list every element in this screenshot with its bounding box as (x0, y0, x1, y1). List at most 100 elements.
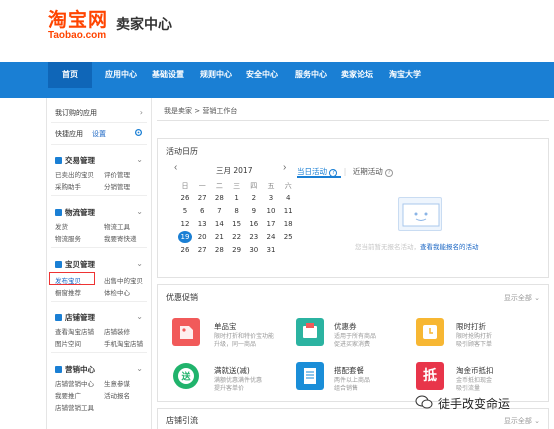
coin-icon[interactable]: 抵 (416, 362, 444, 390)
nav-basic-settings[interactable]: 基础设置 (146, 62, 190, 88)
clock-icon[interactable] (416, 318, 444, 346)
link-store-marketing-tools[interactable]: 店铺营销工具 (55, 402, 94, 412)
chevron-down-icon[interactable]: ⌄ (136, 155, 143, 164)
promo-name[interactable]: 满就送(减) (214, 365, 250, 376)
calendar-day[interactable]: 24 (264, 231, 278, 243)
calendar-day[interactable]: 1 (230, 192, 244, 204)
chevron-down-icon[interactable]: ⌄ (136, 312, 143, 321)
link-health-check[interactable]: 体检中心 (104, 287, 130, 297)
calendar-day[interactable]: 18 (281, 218, 295, 230)
calendar-day[interactable]: 27 (195, 244, 209, 256)
link-distribution[interactable]: 分销管理 (104, 181, 130, 191)
link-items-on-sale[interactable]: 出售中的宝贝 (104, 275, 143, 285)
coupon-icon[interactable] (296, 318, 324, 346)
nav-app-center[interactable]: 应用中心 (98, 62, 144, 88)
calendar-day[interactable]: 28 (212, 192, 226, 204)
calendar-day[interactable]: 11 (281, 205, 295, 217)
calendar-day[interactable]: 19 (178, 231, 192, 243)
nav-service-center[interactable]: 服务中心 (288, 62, 334, 88)
calendar-day[interactable]: 14 (212, 218, 226, 230)
calendar-day[interactable]: 6 (195, 205, 209, 217)
gift-icon[interactable]: 送 (172, 362, 200, 390)
calendar-day[interactable]: 20 (195, 231, 209, 243)
link-view-store[interactable]: 查看淘宝店铺 (55, 326, 94, 336)
link-image-space[interactable]: 图片空间 (55, 338, 81, 348)
calendar-day[interactable]: 26 (178, 192, 192, 204)
category-trade[interactable]: 交易管理 (55, 155, 95, 166)
main-nav: 首页 应用中心 基础设置 规则中心 安全中心 服务中心 卖家论坛 淘宝大学 (0, 62, 554, 88)
link-review-management[interactable]: 评价管理 (104, 169, 130, 179)
calendar-day[interactable]: 26 (178, 244, 192, 256)
promo-name[interactable]: 限时打折 (456, 321, 486, 332)
category-label: 店铺管理 (65, 313, 95, 322)
link-business-advisor[interactable]: 生意参谋 (104, 378, 130, 388)
tab-today-events[interactable]: 当日活动 (297, 167, 327, 176)
calendar-day[interactable]: 31 (264, 244, 278, 256)
divider (51, 301, 147, 302)
category-marketing[interactable]: 营销中心 (55, 364, 95, 375)
link-event-signup[interactable]: 活动报名 (104, 390, 130, 400)
link-store-marketing-center[interactable]: 店铺营销中心 (55, 378, 94, 388)
calendar-day[interactable]: 4 (281, 192, 295, 204)
calendar-day[interactable]: 21 (212, 231, 226, 243)
calendar-day[interactable]: 25 (281, 231, 295, 243)
link-window-recommend[interactable]: 橱窗推荐 (55, 287, 81, 297)
calendar-day[interactable]: 22 (230, 231, 244, 243)
calendar-day[interactable]: 15 (230, 218, 244, 230)
nav-security-center[interactable]: 安全中心 (240, 62, 284, 88)
view-available-events-link[interactable]: 查看我能报名的活动 (420, 243, 479, 251)
chevron-left-icon[interactable]: ‹ (174, 162, 177, 173)
calendar-day[interactable]: 12 (178, 218, 192, 230)
link-mobile-store[interactable]: 手机淘宝店铺 (104, 338, 143, 348)
tab-upcoming-events[interactable]: 近期活动 (353, 167, 383, 176)
calendar-day[interactable]: 27 (195, 192, 209, 204)
nav-rules-center[interactable]: 规则中心 (192, 62, 240, 88)
link-logistics-tools[interactable]: 物流工具 (104, 221, 130, 231)
link-purchase-assistant[interactable]: 采购助手 (55, 181, 81, 191)
calendar-day[interactable]: 2 (247, 192, 261, 204)
link-promote[interactable]: 我要推广 (55, 390, 81, 400)
promotions-show-all[interactable]: 显示全部 ⌄ (504, 293, 540, 303)
promo-name[interactable]: 淘金币抵扣 (456, 365, 494, 376)
calendar-day[interactable]: 9 (247, 205, 261, 217)
promo-name[interactable]: 搭配套餐 (334, 365, 364, 376)
calendar-day[interactable]: 23 (247, 231, 261, 243)
quick-apps-settings-link[interactable]: 设置 (92, 129, 106, 139)
package-icon[interactable] (296, 362, 324, 390)
promo-desc: 两件以上商品 (334, 377, 371, 384)
link-sold-items[interactable]: 已卖出的宝贝 (55, 169, 94, 179)
link-send-express[interactable]: 我要寄快递 (104, 233, 137, 243)
category-items[interactable]: 宝贝管理 (55, 259, 95, 270)
category-label: 营销中心 (65, 365, 95, 374)
calendar-day[interactable]: 10 (264, 205, 278, 217)
category-store[interactable]: 店铺管理 (55, 312, 95, 323)
chevron-down-icon[interactable]: ⌄ (136, 364, 143, 373)
promo-name[interactable]: 单品宝 (214, 321, 237, 332)
calendar-day[interactable]: 3 (264, 192, 278, 204)
taobao-logo[interactable]: 淘宝网 Taobao.com (48, 10, 110, 41)
calendar-day[interactable]: 8 (230, 205, 244, 217)
nav-home[interactable]: 首页 (48, 62, 92, 88)
store-traffic-show-all[interactable]: 显示全部 ⌄ (504, 416, 540, 426)
help-icon[interactable]: ? (385, 169, 394, 177)
link-logistics-service[interactable]: 物流服务 (55, 233, 81, 243)
calendar-day[interactable]: 16 (247, 218, 261, 230)
calendar-day[interactable]: 7 (212, 205, 226, 217)
calendar-day[interactable]: 13 (195, 218, 209, 230)
link-store-decoration[interactable]: 店铺装修 (104, 326, 130, 336)
calendar-day[interactable]: 17 (264, 218, 278, 230)
chevron-down-icon[interactable]: ⌄ (136, 259, 143, 268)
chevron-down-icon[interactable]: ⌄ (136, 207, 143, 216)
calendar-day[interactable]: 5 (178, 205, 192, 217)
chevron-right-icon[interactable]: › (283, 162, 286, 173)
calendar-day[interactable]: 30 (247, 244, 261, 256)
nav-seller-forum[interactable]: 卖家论坛 (334, 62, 380, 88)
promo-name[interactable]: 优惠券 (334, 321, 357, 332)
category-logistics[interactable]: 物流管理 (55, 207, 95, 218)
calendar-day[interactable]: 29 (230, 244, 244, 256)
gear-icon[interactable] (134, 128, 143, 139)
nav-taobao-university[interactable]: 淘宝大学 (382, 62, 428, 88)
link-ship[interactable]: 发货 (55, 221, 68, 231)
discount-tag-icon[interactable] (172, 318, 200, 346)
calendar-day[interactable]: 28 (212, 244, 226, 256)
